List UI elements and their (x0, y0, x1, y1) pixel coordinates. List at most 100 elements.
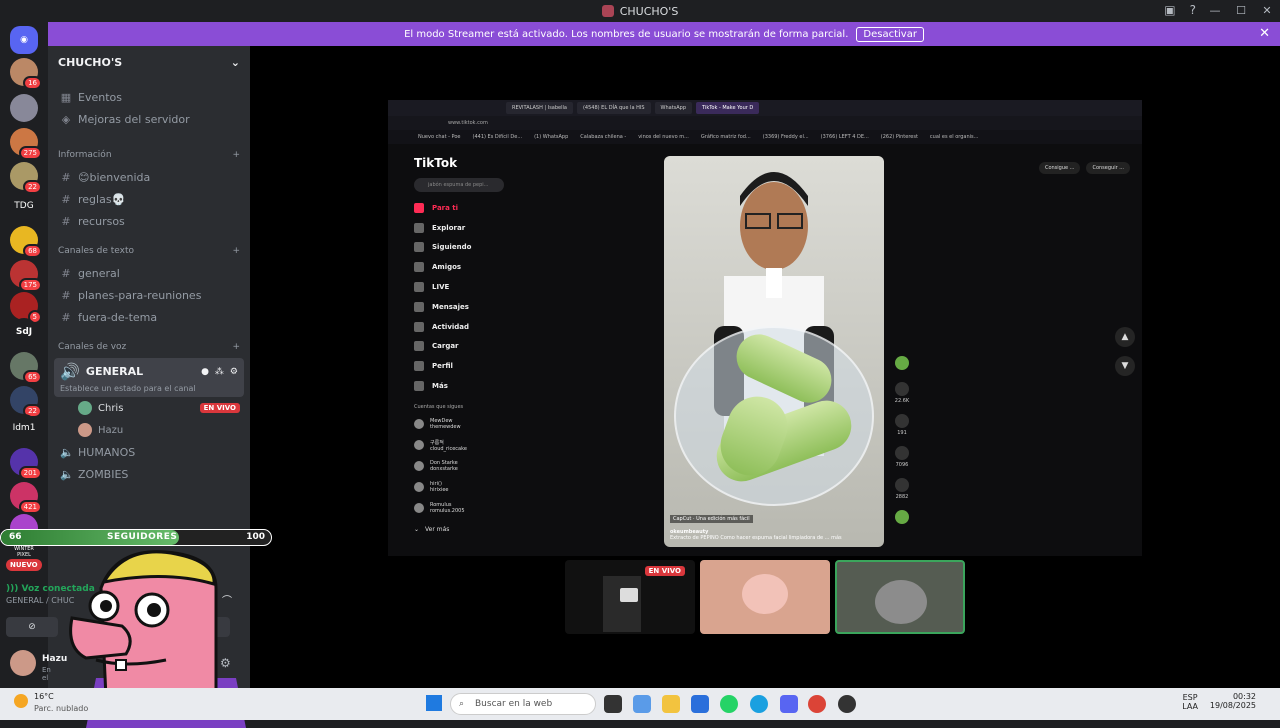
help-icon[interactable]: ? (1190, 3, 1196, 17)
screenshare-stream[interactable]: REVITALASH | Isabella (4548) EL DÍA que … (388, 100, 1142, 556)
discord-home-icon[interactable]: ◉ (10, 26, 38, 54)
server-icon-11[interactable]: Idm1 (10, 414, 38, 442)
server-icon-7[interactable]: 5 (10, 292, 42, 324)
voice-channel-general[interactable]: 🔊 GENERAL ● ⁂ ⚙ Establece un estado para… (54, 358, 244, 397)
discord-icon[interactable] (780, 695, 798, 713)
more-icon (414, 381, 424, 392)
signal-icon: ))) (6, 584, 22, 594)
close-icon[interactable]: ✕ (1254, 0, 1280, 22)
language-indicator[interactable]: ESP LAA (1182, 693, 1198, 711)
channel-item[interactable]: # 😊bienvenida (48, 166, 250, 188)
server-icon (601, 5, 614, 17)
url-text: www.tiktok.com (448, 120, 488, 126)
nav-label: Actividad (432, 322, 470, 331)
server-icon-13[interactable]: 421 (10, 482, 42, 514)
goal-current: 66 (9, 532, 22, 542)
taskbar-search[interactable]: ⌕ Buscar en la web (450, 693, 596, 715)
profile-icon (414, 361, 424, 372)
channel-label: recursos (78, 214, 125, 228)
server-icon-4[interactable]: TDG (10, 192, 38, 220)
invite-icon[interactable]: ⁂ (215, 367, 224, 377)
task-view-icon[interactable] (604, 695, 622, 713)
following-account: hiri() hirixiee (414, 477, 514, 498)
tiktok-search: jabón espuma de pepi... (414, 178, 504, 192)
whatsapp-icon[interactable] (720, 695, 738, 713)
server-name: CHUCHO'S (58, 55, 123, 69)
add-channel-icon[interactable]: + (232, 246, 240, 256)
maximize-icon[interactable]: ☐ (1228, 0, 1254, 22)
copilot-icon[interactable] (633, 695, 651, 713)
language-code: ESP (1182, 693, 1198, 702)
video-actions: 22.6K 191 7096 2882 (892, 356, 912, 524)
server-icon-9[interactable]: 65 (10, 352, 42, 384)
server-icon-5[interactable]: 68 (10, 226, 42, 258)
participant-tile[interactable] (700, 560, 830, 634)
add-channel-icon[interactable]: + (232, 342, 240, 352)
chat-icon[interactable]: ● (201, 367, 209, 377)
tiktok-nav-item: Actividad (414, 317, 514, 337)
following-account: Don Starke donxstarke (414, 456, 514, 477)
voice-member[interactable]: Hazu (48, 419, 250, 441)
server-icon-3[interactable]: 22 (10, 162, 42, 194)
boosts-item[interactable]: ◈ Mejoras del servidor (48, 108, 250, 130)
browser-tab-active: TikTok - Make Your D (696, 102, 760, 114)
events-item[interactable]: ▦ Eventos (48, 86, 250, 108)
banner-close-icon[interactable]: ✕ (1259, 26, 1270, 41)
category-info[interactable]: Información + (48, 144, 250, 166)
file-explorer-icon[interactable] (662, 695, 680, 713)
chrome-icon[interactable] (808, 695, 826, 713)
clock[interactable]: 00:32 19/08/2025 (1210, 692, 1256, 710)
friends-icon (414, 262, 424, 273)
server-icon-0[interactable]: 16 (10, 58, 42, 90)
temperature: 16°C (34, 692, 54, 701)
avatar (78, 401, 92, 415)
voice-member[interactable]: Chris EN VIVO (48, 397, 250, 419)
windows-taskbar: 16°C Parc. nublado ⌕ Buscar en la web ES… (0, 688, 1280, 720)
channel-item[interactable]: # planes-para-reuniones (48, 284, 250, 306)
tiktok-video: CapCut · Una edición más fácil okeumbeau… (664, 156, 884, 547)
channel-item[interactable]: # fuera-de-tema (48, 306, 250, 328)
server-icon-12[interactable]: 201 (10, 448, 42, 480)
scroll-up-icon[interactable]: ▲ (1115, 327, 1135, 347)
deactivate-button[interactable]: Desactivar (856, 26, 924, 42)
channel-item[interactable]: # reglas💀 (48, 188, 250, 210)
minimize-icon[interactable]: — (1202, 0, 1228, 22)
add-channel-icon[interactable]: + (232, 150, 240, 160)
live-icon (414, 282, 424, 293)
channel-item[interactable]: # recursos (48, 210, 250, 232)
creator-avatar (895, 356, 909, 370)
server-icon-2[interactable]: 275 (10, 128, 42, 160)
camera-off-icon[interactable]: ⊘ (6, 617, 58, 637)
scroll-down-icon[interactable]: ▼ (1115, 356, 1135, 376)
browser-tab: REVITALASH | Isabella (506, 102, 573, 114)
voice-channel-item[interactable]: 🔈 ZOMBIES (48, 463, 250, 485)
bookmark-icon (895, 446, 909, 460)
server-icon-6[interactable]: 175 (10, 260, 42, 292)
category-voice[interactable]: Canales de voz + (48, 336, 250, 358)
voice-channel-item[interactable]: 🔈 HUMANOS (48, 441, 250, 463)
server-icon-1[interactable] (10, 94, 38, 122)
server-icon-8[interactable]: SdJ (10, 318, 38, 346)
hash-icon: # (61, 214, 71, 228)
participant-tile-selected[interactable] (835, 560, 965, 634)
avatar[interactable] (10, 650, 36, 676)
server-icon-10[interactable]: 22 (10, 386, 42, 418)
gear-icon[interactable]: ⚙ (230, 367, 238, 377)
inbox-icon[interactable]: ▣ (1164, 3, 1175, 17)
store-icon[interactable] (691, 695, 709, 713)
channel-label: general (78, 266, 120, 280)
followers-goal-bar: 66 SEGUIDORES 100 (0, 529, 272, 546)
server-header[interactable]: CHUCHO'S ⌄ (48, 46, 250, 78)
channel-status-prompt[interactable]: Establece un estado para el canal (60, 384, 238, 393)
windows-start-icon[interactable] (426, 695, 442, 711)
category-text[interactable]: Canales de texto + (48, 240, 250, 262)
edge-icon[interactable] (750, 695, 768, 713)
chevron-down-icon: ⌄ (230, 55, 240, 69)
bookmark: Calabaza chilena - (580, 134, 627, 140)
app-icon[interactable] (838, 695, 856, 713)
caption-tag: CapCut · Una edición más fácil (670, 515, 753, 523)
caption-more: más (831, 535, 842, 541)
channel-item[interactable]: # general (48, 262, 250, 284)
sound-avatar (895, 510, 909, 524)
stream-thumbnail[interactable]: EN VIVO (565, 560, 695, 634)
